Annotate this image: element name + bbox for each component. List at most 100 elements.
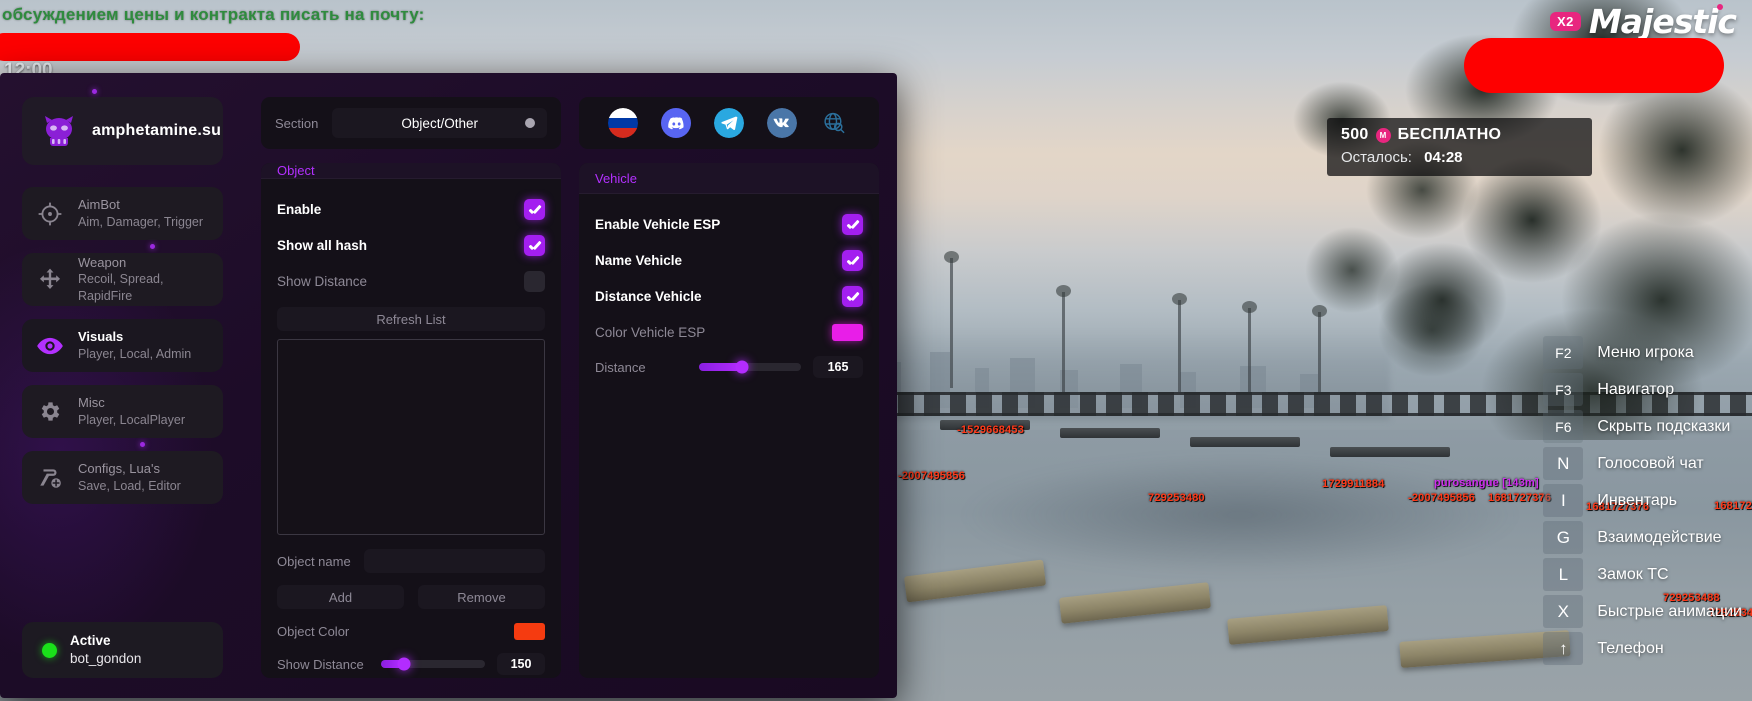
- keybind-row: F6 Скрыть подсказки: [1543, 410, 1742, 443]
- esp-marker: purosangue [143m]: [1434, 477, 1539, 489]
- object-distance-handle[interactable]: [397, 657, 411, 671]
- keybind-label: Меню игрока: [1597, 343, 1694, 361]
- object-color-swatch[interactable]: [514, 622, 545, 640]
- free-label: БЕСПЛАТНО: [1397, 126, 1502, 143]
- object-action-buttons: Add Remove: [277, 585, 545, 609]
- keybind-key: N: [1543, 447, 1584, 480]
- palm-tree: [1056, 285, 1071, 392]
- free-amount: 500: [1341, 126, 1369, 143]
- menu-content: Section Object/Other Object Enable Show …: [245, 73, 897, 698]
- sidebar-item-sublabel: Save, Load, Editor: [78, 478, 181, 493]
- keybind-label: Взаимодействие: [1597, 528, 1722, 546]
- keybind-row: ↑ Телефон: [1543, 632, 1742, 665]
- free-reward-hud: 500 M БЕСПЛАТНО Осталось: 04:28: [1327, 118, 1592, 176]
- check-icon: [529, 241, 541, 250]
- keybind-label: Замок ТС: [1597, 565, 1669, 583]
- free-reward-line: 500 M БЕСПЛАТНО: [1341, 126, 1574, 144]
- toggle-label: Name Vehicle: [595, 252, 683, 268]
- vehicle-toggle-row: Enable Vehicle ESP: [595, 208, 863, 240]
- object-distance-track[interactable]: [381, 657, 485, 671]
- check-icon: [529, 205, 541, 214]
- majestic-label: Majestic: [1588, 2, 1737, 41]
- esp-marker: -2007495856: [898, 470, 966, 482]
- vehicle-panel-title: Vehicle: [579, 163, 879, 194]
- keybind-row: F2 Меню игрока: [1543, 336, 1742, 369]
- sidebar-item-weapon[interactable]: Weapon Recoil, Spread, RapidFire: [22, 253, 223, 306]
- keybind-key: ↑: [1543, 632, 1584, 665]
- esp-marker: -2007495856: [1408, 492, 1476, 504]
- object-toggle-row: Enable: [277, 193, 545, 225]
- enable-vehicle-esp-checkbox[interactable]: [842, 213, 863, 235]
- discord-icon[interactable]: [661, 108, 692, 138]
- sidebar-item-label: Weapon: [78, 255, 127, 271]
- russia-flag-icon[interactable]: [608, 108, 639, 138]
- remove-button[interactable]: Remove: [418, 585, 545, 609]
- globe-icon[interactable]: [820, 108, 850, 138]
- sidebar-item-configs-lua-s[interactable]: Configs, Lua's Save, Load, Editor: [22, 451, 223, 504]
- vehicle-color-swatch[interactable]: [832, 323, 863, 341]
- telegram-icon[interactable]: [713, 108, 744, 138]
- status-user: bot_gondon: [70, 651, 142, 666]
- section-dropdown[interactable]: Object/Other: [332, 108, 547, 138]
- keybind-row: X Быстрые анимации: [1543, 595, 1742, 628]
- sidebar-item-text: Visuals Player, Local, Admin: [78, 329, 191, 362]
- keybind-key: L: [1543, 558, 1584, 591]
- majestic-dot-icon: [1717, 4, 1723, 10]
- enable-checkbox[interactable]: [524, 198, 545, 220]
- object-toggle-row: Show all hash: [277, 229, 545, 261]
- vk-icon[interactable]: [766, 108, 797, 138]
- redaction-bar-right: [1464, 38, 1724, 93]
- toggle-label: Distance Vehicle: [595, 288, 702, 304]
- object-list-box[interactable]: [277, 339, 545, 535]
- keybind-key: I: [1543, 484, 1584, 517]
- esp-marker: -1529668453: [957, 424, 1025, 436]
- section-selector-bar: Section Object/Other: [261, 97, 561, 149]
- sidebar-item-visuals[interactable]: Visuals Player, Local, Admin: [22, 319, 223, 372]
- vehicle-color-row: Color Vehicle ESP: [595, 316, 863, 348]
- move-arrows-icon: [35, 265, 65, 295]
- check-icon: [847, 256, 859, 265]
- sidebar-item-label: Visuals: [78, 329, 124, 345]
- object-color-row: Object Color: [277, 617, 545, 645]
- vehicle-toggle-row: Name Vehicle: [595, 244, 863, 276]
- palm-tree: [1172, 293, 1187, 392]
- brand-card: amphetamine.su: [22, 89, 223, 165]
- object-name-input[interactable]: [364, 549, 545, 573]
- add-button[interactable]: Add: [277, 585, 404, 609]
- refresh-list-button[interactable]: Refresh List: [277, 307, 545, 331]
- announcement-text: обсуждением цены и контракта писать на п…: [2, 5, 425, 24]
- show-all-hash-checkbox[interactable]: [524, 234, 545, 256]
- vehicle-distance-value: 165: [813, 356, 863, 378]
- server-announcement-banner: обсуждением цены и контракта писать на п…: [0, 0, 1752, 30]
- object-distance-label: Show Distance: [277, 656, 364, 672]
- keybind-key: F3: [1543, 373, 1584, 406]
- object-column: Section Object/Other Object Enable Show …: [261, 97, 561, 678]
- vehicle-distance-handle[interactable]: [735, 360, 749, 374]
- esp-marker: 1681727376: [1488, 492, 1552, 504]
- object-distance-slider-row: Show Distance 150: [277, 649, 545, 678]
- vehicle-distance-track[interactable]: [699, 360, 801, 374]
- name-vehicle-checkbox[interactable]: [842, 249, 863, 271]
- section-value: Object/Other: [401, 115, 478, 131]
- config-add-icon: [35, 463, 65, 493]
- esp-marker: 729253480: [1148, 492, 1205, 504]
- accent-dot-icon: [92, 89, 97, 94]
- sidebar-item-aimbot[interactable]: AimBot Aim, Damager, Trigger: [22, 187, 223, 249]
- remaining-value: 04:28: [1424, 149, 1463, 166]
- show-distance-checkbox[interactable]: [524, 270, 545, 292]
- toggle-label: Show Distance: [277, 273, 368, 289]
- toggle-label: Show all hash: [277, 237, 368, 253]
- skull-logo-icon: [38, 110, 80, 152]
- status-card: Active bot_gondon: [22, 622, 223, 678]
- cheat-menu-window: amphetamine.su AimBot Aim, Damager, Trigg…: [0, 73, 897, 698]
- keybind-row: N Голосовой чат: [1543, 447, 1742, 480]
- distance-vehicle-checkbox[interactable]: [842, 285, 863, 307]
- x2-badge: X2: [1550, 12, 1581, 31]
- toggle-label: Enable: [277, 201, 322, 217]
- sidebar-item-misc[interactable]: Misc Player, LocalPlayer: [22, 385, 223, 447]
- object-toggle-row: Show Distance: [277, 265, 545, 297]
- road-kerb: [1330, 447, 1450, 457]
- majestic-brand: X2 Majestic: [1550, 2, 1737, 41]
- vehicle-column: Vehicle Enable Vehicle ESP Name Vehicle …: [579, 97, 879, 678]
- keybind-key: F6: [1543, 410, 1584, 443]
